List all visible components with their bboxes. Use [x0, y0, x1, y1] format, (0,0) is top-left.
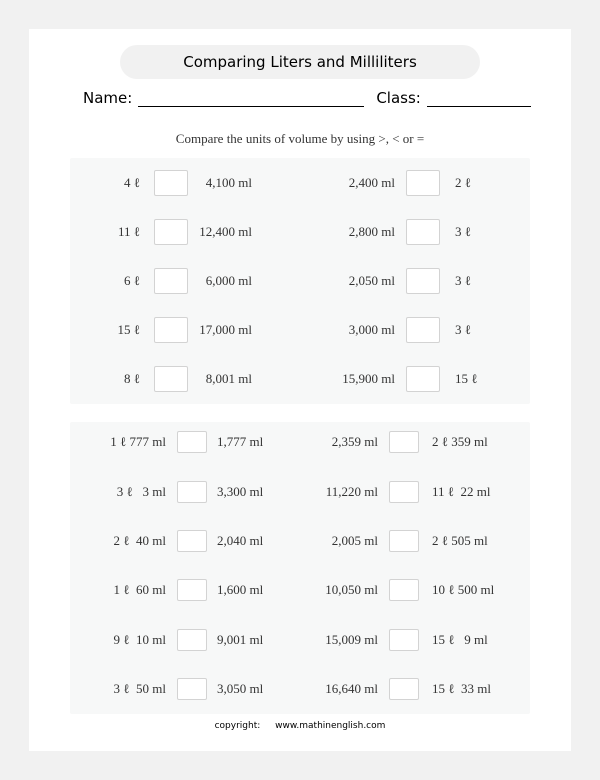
name-field[interactable] — [138, 92, 365, 107]
answer-box[interactable] — [389, 678, 419, 700]
left-rhs-value: 2,040 ml — [217, 533, 264, 548]
name-label: Name: — [83, 89, 133, 107]
left-rhs-value: 6,000 ml — [205, 273, 252, 288]
right-rhs-value: 3 ℓ — [455, 224, 471, 239]
left-rhs-value: 8,001 ml — [205, 371, 252, 386]
section-1-panel: 4 ℓ 4,100 ml 2,400 ml 2 ℓ 11 ℓ 12,400 ml 2,800… — [70, 158, 530, 404]
right-rhs-value: 15 ℓ — [455, 371, 478, 386]
answer-box[interactable] — [406, 170, 440, 196]
answer-box[interactable] — [177, 431, 207, 453]
answer-box[interactable] — [406, 366, 440, 392]
right-lhs-value: 15,009 ml — [325, 632, 378, 647]
answer-box[interactable] — [389, 629, 419, 651]
right-lhs-value: 2,800 ml — [348, 224, 395, 239]
left-lhs-value: 3 ℓ 50 ml — [113, 681, 166, 696]
class-label: Class: — [376, 89, 421, 107]
left-lhs-value: 1 ℓ 777 ml — [110, 434, 166, 449]
right-lhs-value: 2,400 ml — [348, 175, 395, 190]
section-2-panel: 1 ℓ 777 ml 1,777 ml 2,359 ml 2 ℓ 359 ml 3 ℓ … — [70, 422, 530, 714]
answer-box[interactable] — [154, 317, 188, 343]
answer-box[interactable] — [177, 678, 207, 700]
right-rhs-value: 3 ℓ — [455, 273, 471, 288]
problem-row: 6 ℓ 6,000 ml 2,050 ml 3 ℓ — [70, 266, 530, 296]
answer-box[interactable] — [389, 431, 419, 453]
left-lhs-value: 6 ℓ — [124, 273, 140, 288]
answer-box[interactable] — [154, 366, 188, 392]
right-lhs-value: 2,005 ml — [331, 533, 378, 548]
problem-row: 2 ℓ 40 ml 2,040 ml 2,005 ml 2 ℓ 505 ml — [70, 526, 530, 556]
right-rhs-value: 15 ℓ 9 ml — [432, 632, 488, 647]
right-rhs-value: 10 ℓ 500 ml — [432, 582, 495, 597]
problem-row: 9 ℓ 10 ml 9,001 ml 15,009 ml 15 ℓ 9 ml — [70, 625, 530, 655]
answer-box[interactable] — [154, 170, 188, 196]
right-rhs-value: 2 ℓ 359 ml — [432, 434, 488, 449]
answer-box[interactable] — [406, 317, 440, 343]
left-lhs-value: 1 ℓ 60 ml — [113, 582, 166, 597]
worksheet-title: Comparing Liters and Milliliters — [120, 45, 480, 79]
right-lhs-value: 10,050 ml — [325, 582, 378, 597]
problem-row: 3 ℓ 50 ml 3,050 ml 16,640 ml 15 ℓ 33 ml — [70, 674, 530, 704]
left-lhs-value: 2 ℓ 40 ml — [113, 533, 166, 548]
answer-box[interactable] — [389, 579, 419, 601]
left-lhs-value: 9 ℓ 10 ml — [113, 632, 166, 647]
class-field[interactable] — [426, 92, 531, 107]
problem-row: 4 ℓ 4,100 ml 2,400 ml 2 ℓ — [70, 168, 530, 198]
copyright-label: copyright: — [214, 721, 261, 731]
answer-box[interactable] — [177, 579, 207, 601]
name-class-row: Name: Class: — [83, 87, 531, 107]
right-lhs-value: 3,000 ml — [348, 322, 395, 337]
answer-box[interactable] — [177, 530, 207, 552]
right-rhs-value: 15 ℓ 33 ml — [432, 681, 491, 696]
left-lhs-value: 11 ℓ — [118, 224, 140, 239]
left-rhs-value: 4,100 ml — [205, 175, 252, 190]
left-lhs-value: 15 ℓ — [117, 322, 140, 337]
problem-row: 1 ℓ 60 ml 1,600 ml 10,050 ml 10 ℓ 500 ml — [70, 575, 530, 605]
title-text: Comparing Liters and Milliliters — [183, 53, 417, 71]
answer-box[interactable] — [177, 629, 207, 651]
answer-box[interactable] — [154, 219, 188, 245]
right-lhs-value: 2,050 ml — [348, 273, 395, 288]
left-rhs-value: 3,050 ml — [217, 681, 264, 696]
left-lhs-value: 3 ℓ 3 ml — [116, 484, 166, 499]
worksheet-page: Comparing Liters and Milliliters Name: C… — [29, 29, 571, 751]
answer-box[interactable] — [154, 268, 188, 294]
problem-row: 8 ℓ 8,001 ml 15,900 ml 15 ℓ — [70, 364, 530, 394]
problem-row: 15 ℓ 17,000 ml 3,000 ml 3 ℓ — [70, 315, 530, 345]
answer-box[interactable] — [389, 481, 419, 503]
right-rhs-value: 2 ℓ — [455, 175, 471, 190]
instructions: Compare the units of volume by using >, … — [175, 131, 425, 146]
right-rhs-value: 11 ℓ 22 ml — [432, 484, 491, 499]
problem-row: 3 ℓ 3 ml 3,300 ml 11,220 ml 11 ℓ 22 ml — [70, 477, 530, 507]
problem-row: 1 ℓ 777 ml 1,777 ml 2,359 ml 2 ℓ 359 ml — [70, 427, 530, 457]
left-rhs-value: 3,300 ml — [217, 484, 264, 499]
right-lhs-value: 15,900 ml — [342, 371, 395, 386]
answer-box[interactable] — [406, 219, 440, 245]
left-lhs-value: 8 ℓ — [124, 371, 140, 386]
problem-row: 11 ℓ 12,400 ml 2,800 ml 3 ℓ — [70, 217, 530, 247]
left-rhs-value: 1,600 ml — [217, 582, 264, 597]
answer-box[interactable] — [177, 481, 207, 503]
left-rhs-value: 12,400 ml — [199, 224, 252, 239]
right-lhs-value: 11,220 ml — [325, 484, 378, 499]
website-link[interactable]: www.mathinenglish.com — [275, 721, 385, 731]
left-lhs-value: 4 ℓ — [124, 175, 140, 190]
right-lhs-value: 2,359 ml — [331, 434, 378, 449]
left-rhs-value: 1,777 ml — [217, 434, 264, 449]
right-rhs-value: 2 ℓ 505 ml — [432, 533, 488, 548]
left-rhs-value: 17,000 ml — [199, 322, 252, 337]
right-lhs-value: 16,640 ml — [325, 681, 378, 696]
answer-box[interactable] — [406, 268, 440, 294]
left-rhs-value: 9,001 ml — [217, 632, 264, 647]
answer-box[interactable] — [389, 530, 419, 552]
right-rhs-value: 3 ℓ — [455, 322, 471, 337]
footer: copyright: www.mathinenglish.com — [29, 721, 571, 731]
